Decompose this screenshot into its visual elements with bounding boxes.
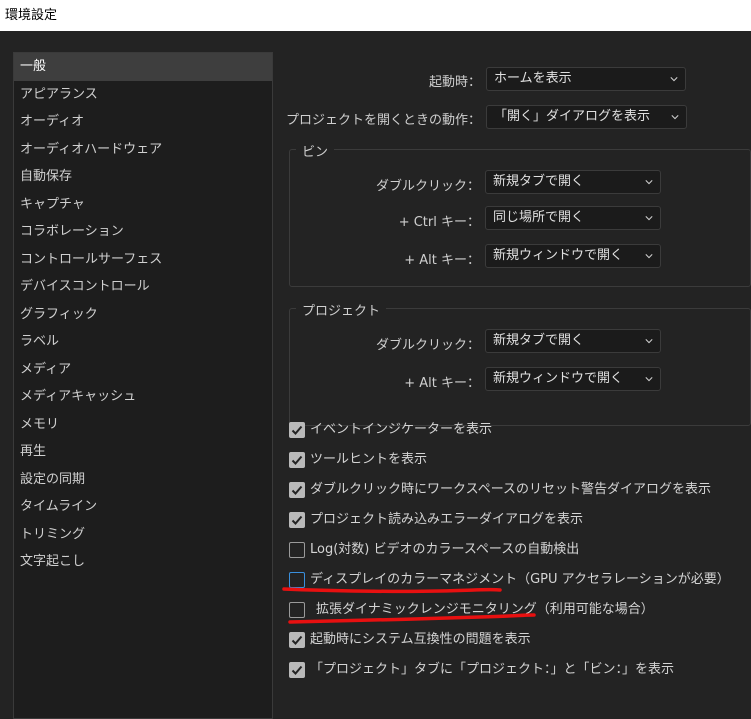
- sidebar-item-audio[interactable]: オーディオ: [14, 108, 272, 136]
- bin-ctrl-label: + Ctrl キー：: [398, 215, 480, 230]
- chevron-down-icon: [645, 254, 653, 259]
- general-settings-panel: 起動時： ホームを表示 プロジェクトを開くときの動作： 「開く」ダイアログを表示…: [274, 31, 751, 719]
- sidebar-item-audio-hardware[interactable]: オーディオハードウェア: [14, 136, 272, 164]
- check-tooltips-label: ツールヒントを表示: [310, 452, 428, 467]
- sidebar-item-sync-settings[interactable]: 設定の同期: [14, 466, 272, 494]
- startup-dropdown[interactable]: ホームを表示: [486, 67, 686, 91]
- bin-alt-dropdown[interactable]: 新規ウィンドウで開く: [485, 244, 661, 268]
- checkbox-checked[interactable]: [289, 662, 305, 678]
- sidebar-item-playback[interactable]: 再生: [14, 438, 272, 466]
- check-log-colorspace-detect-label: Log(対数) ビデオのカラースペースの自動検出: [310, 542, 580, 557]
- bin-double-click-label: ダブルクリック：: [375, 179, 480, 194]
- checkbox-unchecked[interactable]: [289, 542, 305, 558]
- open-project-label: プロジェクトを開くときの動作：: [285, 113, 481, 128]
- chevron-down-icon: [645, 216, 653, 221]
- bin-ctrl-value: 同じ場所で開く: [493, 210, 585, 225]
- sidebar-item-capture[interactable]: キャプチャ: [14, 191, 272, 219]
- project-double-click-dropdown[interactable]: 新規タブで開く: [485, 329, 661, 353]
- bin-ctrl-dropdown[interactable]: 同じ場所で開く: [485, 206, 661, 230]
- chevron-down-icon: [645, 180, 653, 185]
- sidebar-item-general[interactable]: 一般: [14, 53, 272, 81]
- sidebar-item-graphics[interactable]: グラフィック: [14, 301, 272, 329]
- chevron-down-icon: [645, 339, 653, 344]
- bin-double-click-value: 新規タブで開く: [493, 174, 585, 189]
- check-event-indicators-label: イベントインジケーターを表示: [310, 422, 493, 437]
- checkmark-icon: [291, 635, 303, 645]
- checkmark-icon: [291, 485, 303, 495]
- sidebar-item-device-control[interactable]: デバイスコントロール: [14, 273, 272, 301]
- chevron-down-icon: [645, 377, 653, 382]
- sidebar-item-memory[interactable]: メモリ: [14, 411, 272, 439]
- sidebar-item-media[interactable]: メディア: [14, 356, 272, 384]
- chevron-down-icon: [670, 77, 678, 82]
- bin-alt-label: + Alt キー：: [404, 253, 480, 268]
- bin-alt-value: 新規ウィンドウで開く: [493, 248, 624, 263]
- bin-double-click-dropdown[interactable]: 新規タブで開く: [485, 170, 661, 194]
- sidebar-item-control-surface[interactable]: コントロールサーフェス: [14, 246, 272, 274]
- bin-group: ビン ダブルクリック： 新規タブで開く + Ctrl キー： 同じ場所で開く +…: [289, 141, 751, 287]
- open-project-dropdown[interactable]: 「開く」ダイアログを表示: [486, 105, 687, 129]
- window-title-bar: 環境設定: [0, 0, 751, 31]
- project-alt-value: 新規ウィンドウで開く: [493, 371, 624, 386]
- checkbox-unchecked[interactable]: [289, 602, 305, 618]
- checkmark-icon: [291, 665, 303, 675]
- project-alt-label: + Alt キー：: [404, 376, 480, 391]
- sidebar-item-media-cache[interactable]: メディアキャッシュ: [14, 383, 272, 411]
- bin-group-title: ビン: [296, 141, 335, 160]
- sidebar-item-timeline[interactable]: タイムライン: [14, 493, 272, 521]
- sidebar-item-appearance[interactable]: アピアランス: [14, 81, 272, 109]
- sidebar-item-auto-save[interactable]: 自動保存: [14, 163, 272, 191]
- chevron-down-icon: [671, 115, 679, 120]
- checkmark-icon: [291, 425, 303, 435]
- check-display-color-management-label: ディスプレイのカラーマネジメント（GPU アクセラレーションが必要）: [310, 572, 730, 587]
- project-double-click-value: 新規タブで開く: [493, 333, 585, 348]
- project-double-click-label: ダブルクリック：: [375, 338, 480, 353]
- checkmark-icon: [291, 455, 303, 465]
- sidebar-item-trimming[interactable]: トリミング: [14, 521, 272, 549]
- startup-dropdown-value: ホームを表示: [494, 71, 572, 86]
- check-hdr-monitoring-label: 拡張ダイナミックレンジモニタリング（利用可能な場合）: [316, 602, 654, 617]
- sidebar-item-transcription[interactable]: 文字起こし: [14, 548, 272, 576]
- checkbox-focused[interactable]: [289, 572, 305, 588]
- check-project-bin-in-tab-label: 「プロジェクト」タブに「プロジェクト：」と「ビン：」を表示: [310, 662, 675, 677]
- open-project-dropdown-value: 「開く」ダイアログを表示: [494, 109, 651, 124]
- sidebar-item-labels[interactable]: ラベル: [14, 328, 272, 356]
- project-alt-dropdown[interactable]: 新規ウィンドウで開く: [485, 367, 661, 391]
- startup-label: 起動時：: [428, 75, 481, 90]
- window-title: 環境設定: [5, 8, 58, 23]
- check-workspace-reset-warning-label: ダブルクリック時にワークスペースのリセット警告ダイアログを表示: [310, 482, 712, 497]
- project-group-title: プロジェクト: [296, 300, 387, 319]
- sidebar-item-collaboration[interactable]: コラボレーション: [14, 218, 272, 246]
- check-system-compat-issues-label: 起動時にシステム互換性の問題を表示: [310, 632, 531, 647]
- checkmark-icon: [291, 515, 303, 525]
- preferences-sidebar: 一般 アピアランス オーディオ オーディオハードウェア 自動保存 キャプチャ コ…: [13, 52, 273, 719]
- check-import-error-dialog-label: プロジェクト読み込みエラーダイアログを表示: [310, 512, 584, 527]
- project-group: プロジェクト ダブルクリック： 新規タブで開く + Alt キー： 新規ウィンド…: [289, 300, 751, 426]
- checkbox-checked[interactable]: [289, 512, 305, 528]
- checkbox-checked[interactable]: [289, 482, 305, 498]
- checkbox-checked[interactable]: [289, 422, 305, 438]
- checkbox-checked[interactable]: [289, 452, 305, 468]
- checkbox-checked[interactable]: [289, 632, 305, 648]
